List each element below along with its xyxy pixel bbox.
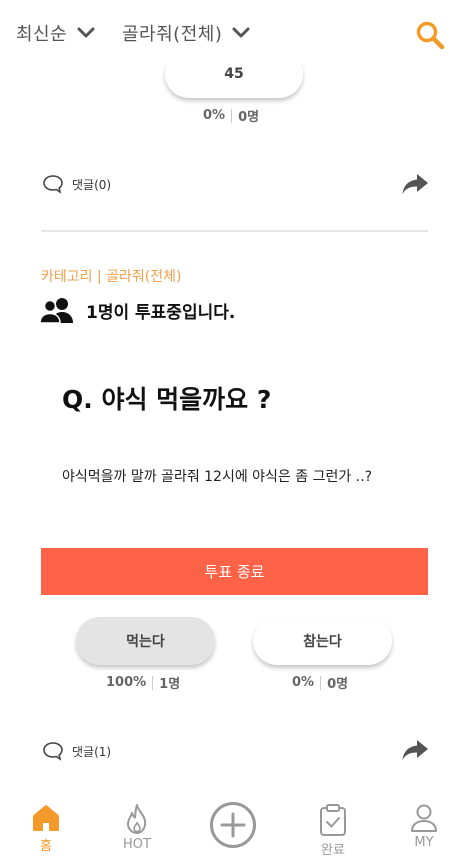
vote-ended-label: 투표 종료 [204, 563, 265, 581]
vote-option-1[interactable]: 먹는다 [76, 617, 215, 665]
vote-option-1-stats: 100% 1명 [106, 673, 180, 692]
nav-home[interactable]: 홈 [16, 803, 76, 854]
post-question: Q. 야식 먹을까요 ? [62, 385, 272, 414]
vote-percent: 0% [292, 675, 315, 690]
nav-create[interactable] [203, 801, 263, 849]
stats-separator [231, 108, 233, 123]
prev-vote-stats: 0% 0명 [203, 106, 259, 125]
sort-label: 최신순 [16, 24, 68, 45]
sort-dropdown[interactable]: 최신순 [16, 20, 95, 46]
stats-separator [152, 675, 154, 690]
bottom-nav: 홈 HOT 완료 MY [0, 795, 453, 867]
share-icon[interactable] [401, 738, 429, 762]
comment-icon [43, 742, 63, 761]
comment-label: 댓글(1) [72, 744, 112, 759]
home-icon [33, 805, 59, 831]
nav-hot-label: HOT [123, 837, 151, 852]
vote-count: 0명 [327, 677, 349, 692]
vote-option-2[interactable]: 참는다 [253, 617, 392, 665]
comment-button[interactable]: 댓글(1) [42, 741, 111, 761]
users-icon [40, 298, 73, 324]
vote-option-label: 먹는다 [126, 634, 165, 650]
stats-separator [320, 675, 322, 690]
nav-my-label: MY [414, 835, 434, 850]
prev-vote-count: 0명 [238, 110, 260, 125]
vote-option-label: 참는다 [303, 634, 342, 650]
nav-hot[interactable]: HOT [107, 803, 167, 852]
search-icon[interactable] [415, 20, 445, 50]
voters-status: 1명이 투표중입니다. [40, 296, 235, 324]
category-dropdown[interactable]: 골라줘(전체) [122, 20, 250, 46]
vote-option-2-stats: 0% 0명 [292, 673, 348, 692]
vote-count: 1명 [159, 677, 181, 692]
comment-icon [43, 175, 63, 194]
category-label: 골라줘(전체) [122, 24, 223, 45]
chevron-down-icon [232, 27, 250, 38]
top-bar: 최신순 골라줘(전체) [0, 0, 453, 64]
clipboard-check-icon [320, 804, 346, 836]
vote-percent: 100% [106, 675, 147, 690]
post-divider [41, 230, 428, 232]
comment-label: 댓글(0) [72, 177, 112, 192]
nav-my[interactable]: MY [394, 803, 453, 850]
post-description: 야식먹을까 말까 골라줘 12시에 야식은 좀 그런가 ..? [62, 469, 373, 485]
nav-home-label: 홈 [40, 839, 52, 854]
voters-text: 1명이 투표중입니다. [86, 302, 236, 323]
add-circle-icon [210, 802, 256, 848]
chevron-down-icon [77, 27, 95, 38]
prev-comment-button[interactable]: 댓글(0) [42, 174, 111, 194]
prev-vote-percent: 0% [203, 108, 226, 123]
nav-done-label: 완료 [321, 843, 345, 858]
nav-done[interactable]: 완료 [303, 803, 363, 858]
user-icon [411, 804, 437, 832]
share-icon[interactable] [401, 172, 429, 196]
prev-vote-option-label: 45 [224, 66, 244, 82]
post-category: 카테고리 | 골라줘(전체) [41, 269, 182, 285]
flame-icon [127, 804, 147, 834]
vote-ended-bar: 투표 종료 [41, 548, 428, 595]
